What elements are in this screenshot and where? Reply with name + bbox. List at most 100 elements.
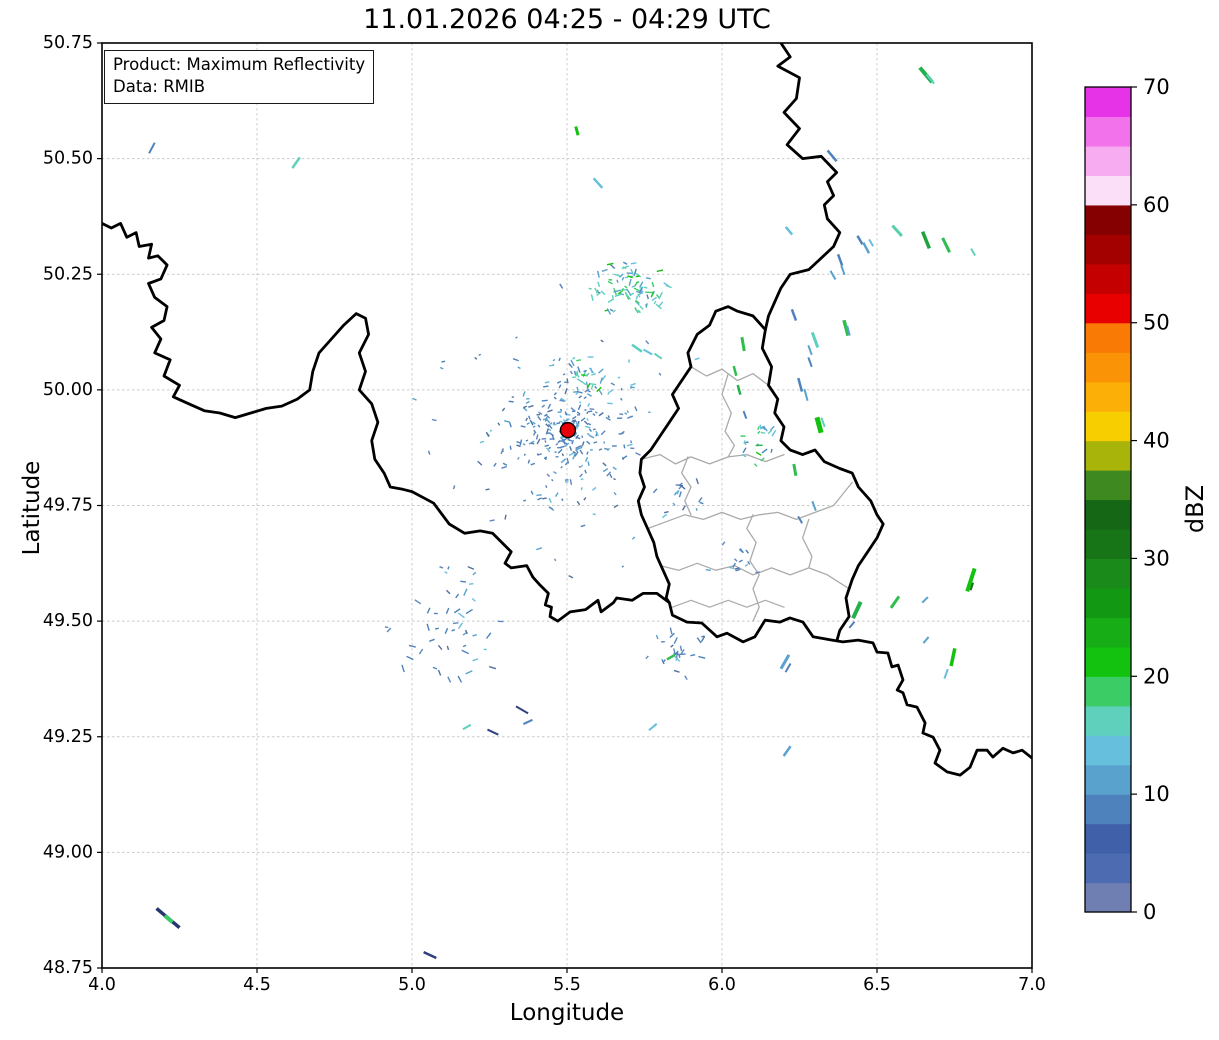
echo-streak [563, 442, 567, 445]
echo-streak [452, 622, 459, 625]
echo-streak [548, 446, 552, 450]
colorbar-segment [1085, 735, 1131, 766]
echo-streak [576, 386, 579, 391]
echo-streak [920, 231, 931, 250]
colorbar-segment [1085, 234, 1131, 265]
echo-streak [678, 491, 682, 498]
echo-streak [444, 627, 449, 635]
echo-streak [547, 403, 552, 409]
echo-streak [592, 513, 596, 516]
echo-streak [645, 655, 649, 660]
echo-streak [556, 422, 561, 425]
echo-streak [633, 287, 641, 292]
echo-streak [576, 500, 581, 506]
echo-streak [630, 382, 636, 387]
echo-streak [622, 261, 628, 265]
echo-streak [465, 670, 473, 675]
echo-streak [630, 262, 637, 265]
colorbar-tick-label: 20 [1143, 664, 1170, 688]
echo-streak [701, 635, 705, 638]
echo-streak [695, 507, 698, 511]
echo-streak [602, 462, 607, 467]
echo-streak [522, 391, 526, 397]
echo-streak [457, 612, 465, 619]
echo-streak [605, 416, 611, 421]
echo-streak [533, 429, 537, 434]
colorbar-segment [1085, 293, 1131, 324]
echo-streak [729, 566, 735, 570]
echo-streak [868, 238, 874, 247]
echo-streak [598, 448, 603, 451]
echo-streak [528, 404, 534, 408]
echo-streak [630, 386, 635, 389]
echo-streak [610, 382, 616, 386]
echo-streak [517, 366, 521, 370]
echo-streak [569, 446, 573, 451]
colorbar-segment [1085, 263, 1131, 294]
echo-streak [559, 415, 563, 418]
echo-streak [580, 524, 586, 528]
colorbar-segment [1085, 676, 1131, 707]
x-axis-label: Longitude [509, 1000, 625, 1026]
echo-streak [626, 410, 629, 414]
echo-streak [840, 265, 846, 276]
echo-streak [643, 286, 648, 289]
echo-streak [613, 504, 619, 509]
echo-streak [807, 357, 813, 368]
echo-streak [568, 452, 575, 456]
echo-streak [485, 488, 490, 491]
echo-streak [598, 412, 604, 417]
echo-streak [590, 294, 594, 301]
echo-streak [542, 497, 547, 500]
echo-streak [949, 648, 957, 667]
echo-streak [592, 428, 596, 431]
echo-streak [439, 566, 444, 569]
echo-streak [721, 541, 726, 546]
echo-streak [593, 441, 598, 444]
echo-streak [555, 442, 559, 446]
echo-streak [803, 388, 809, 402]
echo-streak [472, 571, 477, 576]
echo-streak [790, 308, 798, 322]
echo-streak [485, 632, 492, 639]
echo-streak [548, 506, 553, 510]
x-tick-label: 4.5 [243, 975, 271, 995]
region-border [721, 373, 736, 458]
echo-streak [445, 607, 450, 614]
echo-streak [742, 410, 748, 419]
echo-streak [497, 422, 501, 426]
colorbar-segment [1085, 794, 1131, 825]
echo-streak [628, 278, 632, 286]
echo-streak [455, 593, 460, 599]
echo-streak [163, 914, 174, 924]
echo-streak [596, 270, 600, 278]
echo-streak [742, 447, 747, 454]
y-tick-label: 50.00 [43, 380, 93, 400]
echo-streak [635, 452, 641, 456]
echo-streak [447, 566, 450, 570]
colorbar-segment [1085, 499, 1131, 530]
echo-streak [604, 309, 609, 312]
echo-streak [571, 410, 575, 413]
echo-streak [666, 653, 676, 661]
y-tick-label: 50.75 [43, 33, 93, 53]
echo-streak [599, 377, 603, 384]
echo-streak [645, 303, 648, 308]
colorbar-segment [1085, 145, 1131, 176]
echo-streak [696, 637, 702, 644]
echo-streak [761, 448, 768, 454]
echo-streak [474, 356, 478, 360]
echo-streak [544, 381, 550, 384]
echo-streak [578, 465, 581, 468]
echo-streak [569, 479, 573, 485]
echo-streak [792, 463, 798, 477]
echo-streak [547, 409, 553, 413]
echo-streak [536, 438, 541, 445]
tick-labels: 4.0 4.5 5.0 5.5 6.0 6.5 7.0 48.75 49.00 49.25 49.5… [43, 33, 1046, 995]
echo-streak [943, 668, 949, 679]
region-border [671, 599, 785, 608]
y-tick-label: 50.50 [43, 149, 93, 169]
x-tick-label: 5.5 [553, 975, 581, 995]
colorbar-segment [1085, 411, 1131, 442]
echo-streak [694, 357, 700, 361]
